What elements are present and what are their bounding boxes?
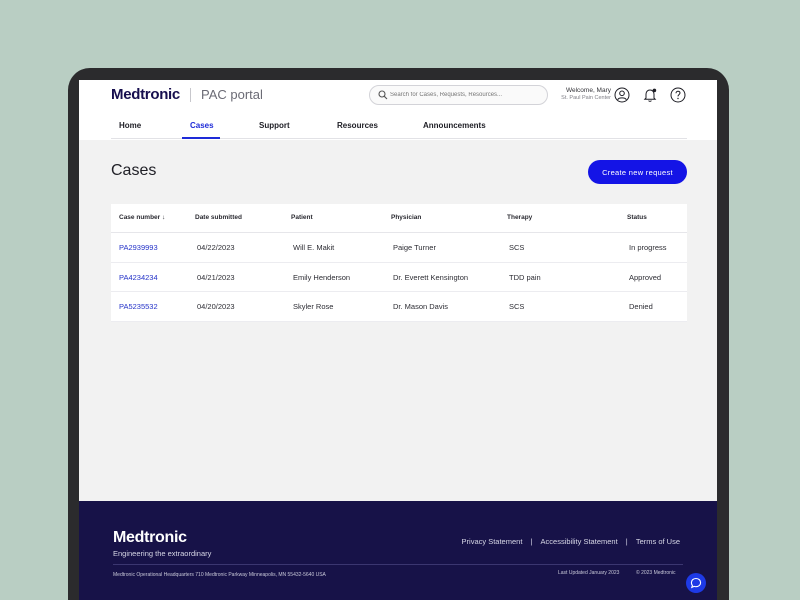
status-cell: Approved [629,272,662,282]
footer-divider [113,564,683,565]
column-header-date: Date submitted [195,214,242,221]
status-cell: Denied [629,302,653,311]
nav-home[interactable]: Home [119,121,141,130]
site-footer: Medtronic Engineering the extraordinary … [79,501,717,600]
case-number-link[interactable]: PA4234234 [119,273,158,282]
chat-bubble-icon [690,577,702,589]
nav-cases[interactable]: Cases [190,121,214,130]
footer-medtronic-logo[interactable]: Medtronic [113,529,187,547]
date-cell: 04/22/2023 [197,243,235,252]
table-row[interactable]: PA4234234 04/21/2023 Emily Henderson Dr.… [111,263,687,292]
location-text: St. Paul Pain Center [561,95,611,102]
cases-table: Case number ↓ Date submitted Patient Phy… [111,204,687,322]
column-header-case-number[interactable]: Case number ↓ [119,214,165,221]
help-icon[interactable] [670,87,686,103]
table-row[interactable]: PA2939993 04/22/2023 Will E. Makit Paige… [111,233,687,263]
active-tab-indicator [182,137,220,139]
logo-divider [190,88,191,102]
case-number-link[interactable]: PA5235532 [119,302,158,311]
physician-cell: Dr. Mason Davis [393,302,449,311]
footer-tagline: Engineering the extraordinary [113,549,212,558]
nav-announcements[interactable]: Announcements [423,121,486,130]
date-cell: 04/20/2023 [197,302,235,311]
footer-address: Medtronic Operational Headquarters 710 M… [113,572,326,578]
terms-of-use-link[interactable]: Terms of Use [636,537,680,546]
site-header: Medtronic PAC portal Welcome, Mary St. P… [79,80,717,140]
patient-cell: Skyler Rose [293,302,334,311]
privacy-statement-link[interactable]: Privacy Statement [462,537,523,546]
patient-cell: Will E. Makit [293,243,335,252]
column-header-therapy: Therapy [507,214,533,221]
chat-button[interactable] [686,573,706,593]
footer-last-updated: Last Updated January 2023 [558,570,620,576]
search-icon [378,90,388,100]
notification-bell-icon[interactable] [642,87,658,103]
portal-screen: Medtronic PAC portal Welcome, Mary St. P… [79,80,717,600]
table-header: Case number ↓ Date submitted Patient Phy… [111,204,687,233]
search-input[interactable] [390,89,540,101]
footer-copyright: © 2023 Medtronic [636,570,676,576]
page-title: Cases [111,162,157,179]
therapy-cell: TDD pain [509,272,541,282]
column-header-physician: Physician [391,214,422,221]
footer-link-separator: | [530,537,533,546]
physician-cell: Dr. Everett Kensington [393,272,469,282]
medtronic-logo[interactable]: Medtronic [111,86,180,103]
patient-cell: Emily Henderson [293,272,351,282]
nav-resources[interactable]: Resources [337,121,378,130]
physician-cell: Paige Turner [393,243,436,252]
main-nav: Home Cases Support Resources Announcemen… [111,116,687,139]
nav-support[interactable]: Support [259,121,290,130]
case-number-link[interactable]: PA2939993 [119,243,158,252]
accessibility-statement-link[interactable]: Accessibility Statement [541,537,618,546]
status-cell: In progress [629,243,667,252]
therapy-cell: SCS [509,243,525,252]
welcome-block: Welcome, Mary St. Paul Pain Center [549,87,611,103]
footer-links: Privacy Statement | Accessibility Statem… [459,537,683,546]
footer-link-separator: | [625,537,628,546]
column-header-patient: Patient [291,214,313,221]
therapy-cell: SCS [509,302,525,311]
portal-name: PAC portal [201,87,263,102]
date-cell: 04/21/2023 [197,272,235,282]
create-new-request-button[interactable]: Create new request [588,160,687,184]
search-box[interactable] [369,85,548,105]
welcome-text: Welcome, Mary [565,87,611,94]
table-row[interactable]: PA5235532 04/20/2023 Skyler Rose Dr. Mas… [111,292,687,322]
column-header-status: Status [627,214,647,221]
user-icon[interactable] [614,87,630,103]
